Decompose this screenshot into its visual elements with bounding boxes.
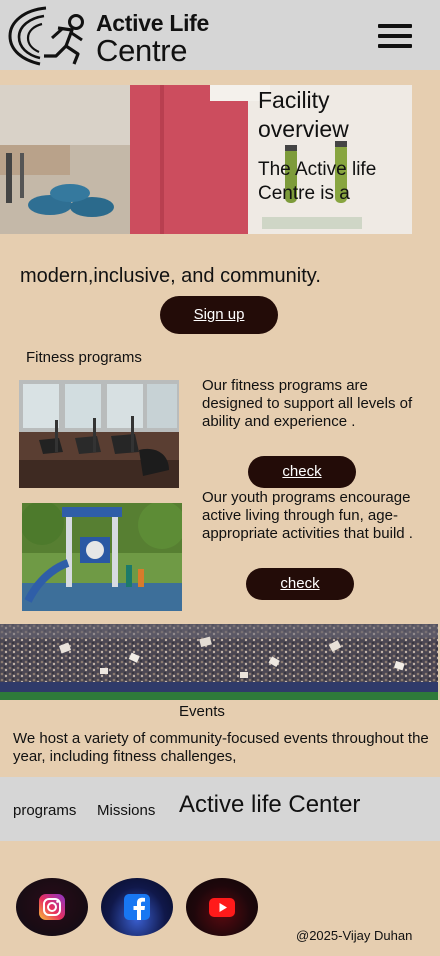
youth-description: Our youth programs encourage active livi… <box>202 489 413 542</box>
facebook-icon[interactable] <box>101 878 173 936</box>
signup-button[interactable]: Sign up <box>160 296 278 334</box>
fitness-section-title: Fitness programs <box>26 349 142 366</box>
footer-brand: Active life Center <box>179 791 361 818</box>
site-header: Active Life Centre <box>0 0 440 70</box>
footer-nav: programs Missions Active life Center <box>0 777 440 841</box>
events-title: Events <box>179 703 225 720</box>
logo-text-secondary: Centre <box>96 33 188 68</box>
youtube-icon[interactable] <box>186 878 258 936</box>
instagram-icon[interactable] <box>16 878 88 936</box>
hero-subtitle: The Active life Centre is a <box>258 159 377 204</box>
gym-image <box>19 380 179 488</box>
hero-title: Facility overview <box>258 87 349 142</box>
footer-link-programs[interactable]: programs <box>13 802 76 819</box>
intro-text: modern,inclusive, and community. <box>20 265 321 287</box>
events-description: We host a variety of community-focused e… <box>13 730 429 765</box>
hamburger-menu-icon[interactable] <box>378 24 412 48</box>
copyright-text: @2025-Vijay Duhan <box>296 928 413 943</box>
runner-logo-icon[interactable] <box>6 4 90 68</box>
youth-check-button[interactable]: check <box>246 568 354 600</box>
fitness-check-button[interactable]: check <box>248 456 356 488</box>
stadium-crowd-image <box>0 624 438 700</box>
playground-image <box>22 503 182 611</box>
fitness-description: Our fitness programs are designed to sup… <box>202 377 413 430</box>
footer-link-missions[interactable]: Missions <box>97 802 155 819</box>
